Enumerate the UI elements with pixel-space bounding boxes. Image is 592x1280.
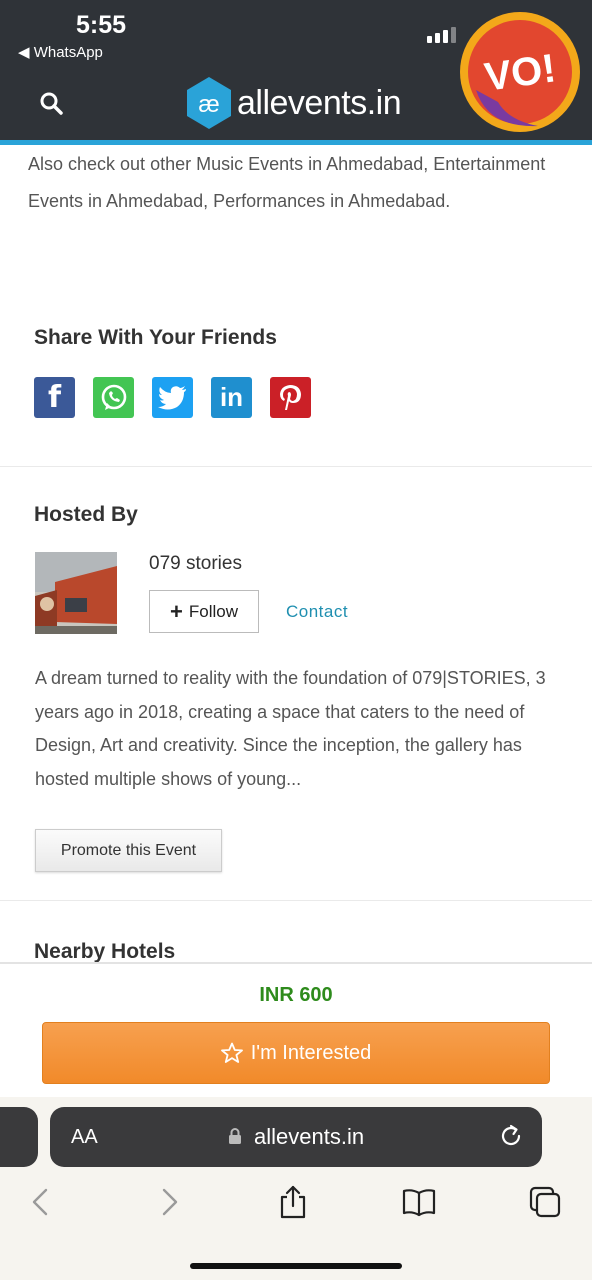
whatsapp-icon[interactable] xyxy=(93,377,134,418)
ticket-price: INR 600 xyxy=(259,984,333,1006)
host-description: A dream turned to reality with the found… xyxy=(35,668,546,789)
status-time: 5:55 xyxy=(76,11,127,39)
pinterest-icon[interactable] xyxy=(270,377,311,418)
previous-tab-stub[interactable] xyxy=(0,1107,38,1167)
nearby-hotels-title: Nearby Hotels xyxy=(34,940,176,963)
sticky-action-bar: INR 600 I'm Interested xyxy=(0,962,592,1097)
host-avatar[interactable] xyxy=(35,552,117,634)
back-to-whatsapp[interactable]: ◀ WhatsApp xyxy=(18,43,103,61)
follow-button[interactable]: + Follow xyxy=(149,590,259,633)
twitter-icon[interactable] xyxy=(152,377,193,418)
linkedin-icon[interactable]: in xyxy=(211,377,252,418)
allevents-logo[interactable]: æ allevents.in xyxy=(185,76,402,130)
reload-icon[interactable] xyxy=(498,1123,524,1149)
address-bar[interactable]: AA allevents.in xyxy=(50,1107,542,1167)
lock-icon xyxy=(228,1128,241,1144)
browser-toolbar: AA allevents.in xyxy=(0,1097,592,1280)
app-header: 5:55 ◀ WhatsApp æ allevents.in VO! xyxy=(0,0,592,145)
share-buttons: f in xyxy=(34,377,311,418)
bookmarks-icon[interactable] xyxy=(402,1185,436,1219)
back-icon[interactable] xyxy=(24,1185,58,1219)
also-check-out-text: Also check out other Music Events in Ahm… xyxy=(28,154,546,211)
url-label: allevents.in xyxy=(254,1124,365,1149)
home-indicator[interactable] xyxy=(190,1263,402,1269)
vo-badge-icon: VO! xyxy=(460,12,580,132)
share-icon[interactable] xyxy=(276,1185,310,1219)
contact-link[interactable]: Contact xyxy=(286,602,348,622)
svg-text:æ: æ xyxy=(198,91,219,118)
interested-button[interactable]: I'm Interested xyxy=(42,1022,550,1084)
signal-icon xyxy=(427,27,456,43)
interested-label: I'm Interested xyxy=(250,1041,372,1064)
facebook-icon[interactable]: f xyxy=(34,377,75,418)
section-divider xyxy=(0,466,592,467)
star-icon xyxy=(220,1042,243,1063)
share-title: Share With Your Friends xyxy=(34,326,277,349)
follow-label: Follow xyxy=(188,601,238,621)
tabs-icon[interactable] xyxy=(528,1185,562,1219)
logo-hexagon-icon: æ xyxy=(187,77,231,129)
browser-nav-row xyxy=(0,1185,592,1221)
forward-icon[interactable] xyxy=(152,1185,186,1219)
logo-text: allevents.in xyxy=(237,83,402,122)
promote-event-button[interactable]: Promote this Event xyxy=(35,829,222,872)
host-name[interactable]: 079 stories xyxy=(149,553,242,575)
url-text: allevents.in xyxy=(50,1124,542,1150)
search-icon[interactable] xyxy=(38,90,64,116)
header-accent-line xyxy=(0,140,592,145)
hosted-by-title: Hosted By xyxy=(34,503,138,526)
plus-icon: + xyxy=(170,598,183,624)
section-divider xyxy=(0,900,592,901)
